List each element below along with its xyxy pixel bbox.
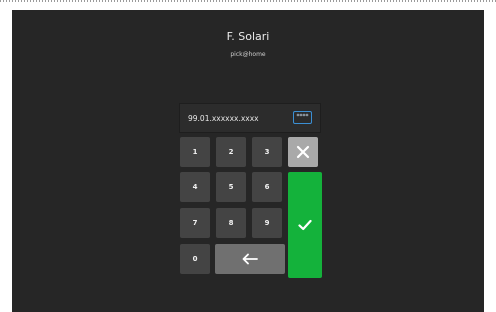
pin-value: 99.01.xxxxxx.xxxx bbox=[188, 114, 259, 123]
user-email: pick@home bbox=[230, 51, 266, 58]
key-9[interactable]: 9 bbox=[252, 208, 282, 238]
backspace-button[interactable] bbox=[215, 244, 285, 274]
close-icon bbox=[296, 145, 310, 159]
show-pin-toggle[interactable]: **** bbox=[293, 111, 312, 124]
key-4[interactable]: 4 bbox=[180, 172, 210, 202]
key-7[interactable]: 7 bbox=[180, 208, 210, 238]
pin-input[interactable]: 99.01.xxxxxx.xxxx **** bbox=[179, 103, 321, 133]
key-3[interactable]: 3 bbox=[252, 137, 282, 167]
key-6[interactable]: 6 bbox=[252, 172, 282, 202]
key-1[interactable]: 1 bbox=[180, 137, 210, 167]
key-8[interactable]: 8 bbox=[216, 208, 246, 238]
top-border bbox=[0, 0, 496, 2]
arrow-left-icon bbox=[242, 253, 258, 265]
key-5[interactable]: 5 bbox=[216, 172, 246, 202]
key-0[interactable]: 0 bbox=[180, 244, 210, 274]
user-name: F. Solari bbox=[226, 30, 270, 43]
key-2[interactable]: 2 bbox=[216, 137, 246, 167]
clear-button[interactable] bbox=[288, 137, 318, 167]
check-icon bbox=[298, 219, 312, 231]
confirm-button[interactable] bbox=[288, 172, 322, 278]
